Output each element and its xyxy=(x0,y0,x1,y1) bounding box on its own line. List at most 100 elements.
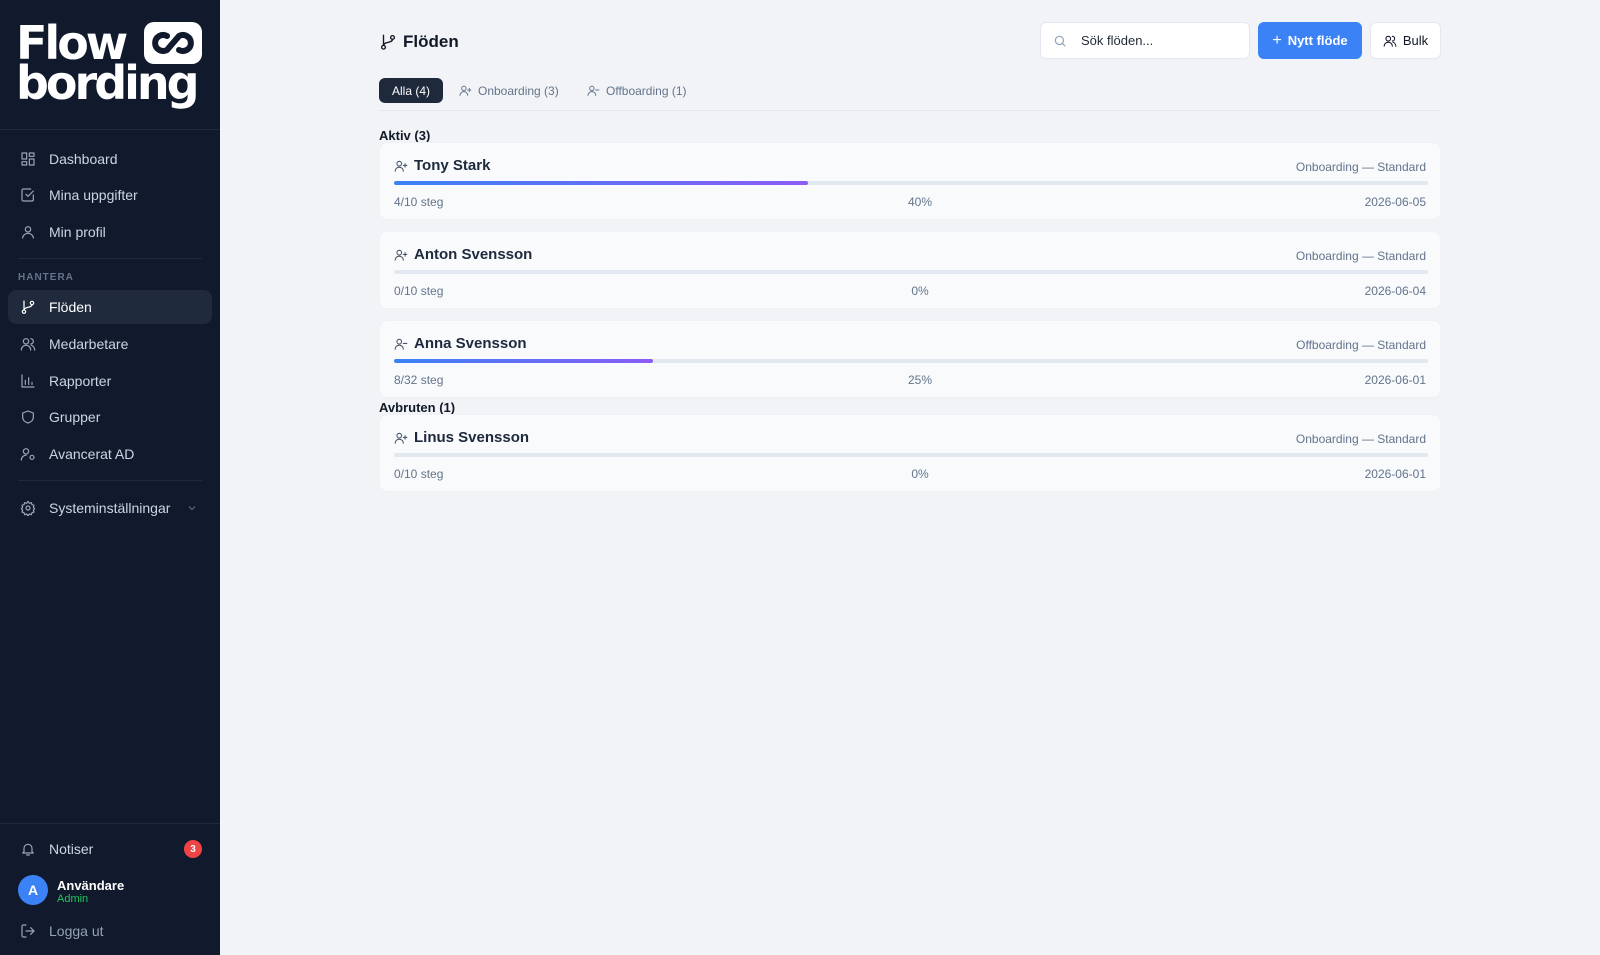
bulk-label: Bulk xyxy=(1402,33,1429,48)
flow-date: 2026-06-04 xyxy=(1364,284,1426,298)
user-gear-icon xyxy=(19,445,37,463)
flow-person-name: Tony Stark xyxy=(414,157,491,174)
flow-steps: 0/10 steg xyxy=(394,284,444,298)
logo-text-bording: bording xyxy=(16,56,200,110)
user-plus-icon xyxy=(394,248,408,262)
sidebar-item-label: Mina uppgifter xyxy=(49,187,138,203)
sidebar-item-advanced-ad[interactable]: Avancerat AD xyxy=(8,437,212,471)
sidebar-item-label: Systeminställningar xyxy=(49,500,171,516)
branch-icon xyxy=(380,34,396,50)
sidebar-item-profile[interactable]: Min profil xyxy=(8,215,212,249)
notification-count-badge: 3 xyxy=(184,840,202,858)
logout-label: Logga ut xyxy=(49,923,104,939)
sidebar-divider xyxy=(18,258,202,259)
flow-type: Offboarding — Standard xyxy=(1296,338,1426,352)
branch-icon xyxy=(19,298,37,316)
bell-icon xyxy=(19,840,37,858)
sidebar-item-label: Flöden xyxy=(49,299,92,315)
flow-date: 2026-06-05 xyxy=(1364,195,1426,209)
user-minus-icon xyxy=(394,337,408,351)
flow-percent: 40% xyxy=(907,195,933,209)
logout-icon xyxy=(19,922,37,940)
flow-steps: 0/10 steg xyxy=(394,467,444,481)
section-label-manage: HANTERA xyxy=(18,272,74,283)
users-icon xyxy=(1383,35,1397,47)
sidebar-item-employees[interactable]: Medarbetare xyxy=(8,327,212,361)
flow-card[interactable]: Linus Svensson Onboarding — Standard 0/1… xyxy=(379,414,1441,492)
tab-label: Alla (4) xyxy=(392,83,431,98)
new-flow-label: Nytt flöde xyxy=(1287,33,1348,48)
sidebar: Flow bording Dashboard Mina uppgifter Mi… xyxy=(0,0,220,955)
sidebar-divider xyxy=(18,480,202,481)
progress-track xyxy=(394,453,1428,457)
flow-person-name: Anna Svensson xyxy=(414,335,527,352)
flow-type: Onboarding — Standard xyxy=(1295,160,1426,174)
sidebar-divider xyxy=(0,823,220,824)
flow-type: Onboarding — Standard xyxy=(1295,432,1426,446)
tab-offboarding[interactable]: Offboarding (1) xyxy=(574,78,700,103)
user-role: Admin xyxy=(57,893,89,905)
progress-fill xyxy=(394,181,808,185)
flow-date: 2026-06-01 xyxy=(1364,467,1426,481)
search-box xyxy=(1040,22,1250,59)
flow-person-name: Anton Svensson xyxy=(414,246,533,263)
flowbording-logo[interactable]: Flow bording xyxy=(16,20,204,112)
chevron-down-icon xyxy=(186,501,200,515)
new-flow-button[interactable]: + Nytt flöde xyxy=(1258,22,1362,59)
users-icon xyxy=(19,335,37,353)
sidebar-item-tasks[interactable]: Mina uppgifter xyxy=(8,178,212,212)
flow-percent: 25% xyxy=(907,373,933,387)
group-title-cancelled: Avbruten (1) xyxy=(379,400,456,415)
tabs-divider xyxy=(379,110,1441,111)
progress-track xyxy=(394,270,1428,274)
logout-button[interactable]: Logga ut xyxy=(8,914,212,948)
group-title-active: Aktiv (3) xyxy=(379,128,431,143)
tab-onboarding[interactable]: Onboarding (3) xyxy=(446,78,572,103)
dashboard-icon xyxy=(19,150,37,168)
sidebar-item-system-settings[interactable]: Systeminställningar xyxy=(8,491,212,525)
sidebar-item-groups[interactable]: Grupper xyxy=(8,400,212,434)
search-icon xyxy=(1054,35,1066,47)
tab-label: Onboarding (3) xyxy=(478,83,559,98)
flow-card[interactable]: Anna Svensson Offboarding — Standard 8/3… xyxy=(379,320,1441,398)
sidebar-item-label: Avancerat AD xyxy=(49,446,135,462)
sidebar-item-reports[interactable]: Rapporter xyxy=(8,364,212,398)
user-name: Användare xyxy=(57,878,125,893)
page-title-text: Flöden xyxy=(403,32,459,51)
flow-percent: 0% xyxy=(911,284,929,298)
progress-fill xyxy=(394,359,653,363)
bulk-button[interactable]: Bulk xyxy=(1370,22,1441,59)
sidebar-item-label: Min profil xyxy=(49,224,106,240)
sidebar-item-label: Rapporter xyxy=(49,373,112,389)
sidebar-divider xyxy=(0,129,220,130)
plus-icon: + xyxy=(1272,31,1282,49)
flow-card[interactable]: Anton Svensson Onboarding — Standard 0/1… xyxy=(379,231,1441,309)
flow-card[interactable]: Tony Stark Onboarding — Standard 4/10 st… xyxy=(379,142,1441,220)
gear-icon xyxy=(19,499,37,517)
tab-label: Offboarding (1) xyxy=(606,83,687,98)
progress-track xyxy=(394,359,1428,363)
user-plus-icon xyxy=(459,85,472,96)
tab-all[interactable]: Alla (4) xyxy=(379,78,444,103)
flow-percent: 0% xyxy=(911,467,929,481)
user-minus-icon xyxy=(587,85,600,96)
flow-person-name: Linus Svensson xyxy=(414,429,530,446)
search-input[interactable] xyxy=(1081,33,1241,48)
flow-date: 2026-06-01 xyxy=(1364,373,1426,387)
sidebar-item-label: Grupper xyxy=(49,409,101,425)
sidebar-item-flows[interactable]: Flöden xyxy=(8,290,212,324)
sidebar-item-dashboard[interactable]: Dashboard xyxy=(8,142,212,176)
page-title: Flöden xyxy=(379,30,459,54)
shield-icon xyxy=(19,408,37,426)
bar-chart-icon xyxy=(19,372,37,390)
sidebar-item-label: Medarbetare xyxy=(49,336,129,352)
checkbox-icon xyxy=(19,186,37,204)
user-icon xyxy=(19,223,37,241)
sidebar-item-notifications[interactable]: Notiser xyxy=(8,832,212,866)
user-profile[interactable]: A Användare Admin xyxy=(18,875,208,907)
flow-steps: 8/32 steg xyxy=(394,373,444,387)
avatar: A xyxy=(18,875,48,905)
flow-type: Onboarding — Standard xyxy=(1295,249,1426,263)
progress-track xyxy=(394,181,1428,185)
sidebar-item-label: Dashboard xyxy=(49,151,118,167)
